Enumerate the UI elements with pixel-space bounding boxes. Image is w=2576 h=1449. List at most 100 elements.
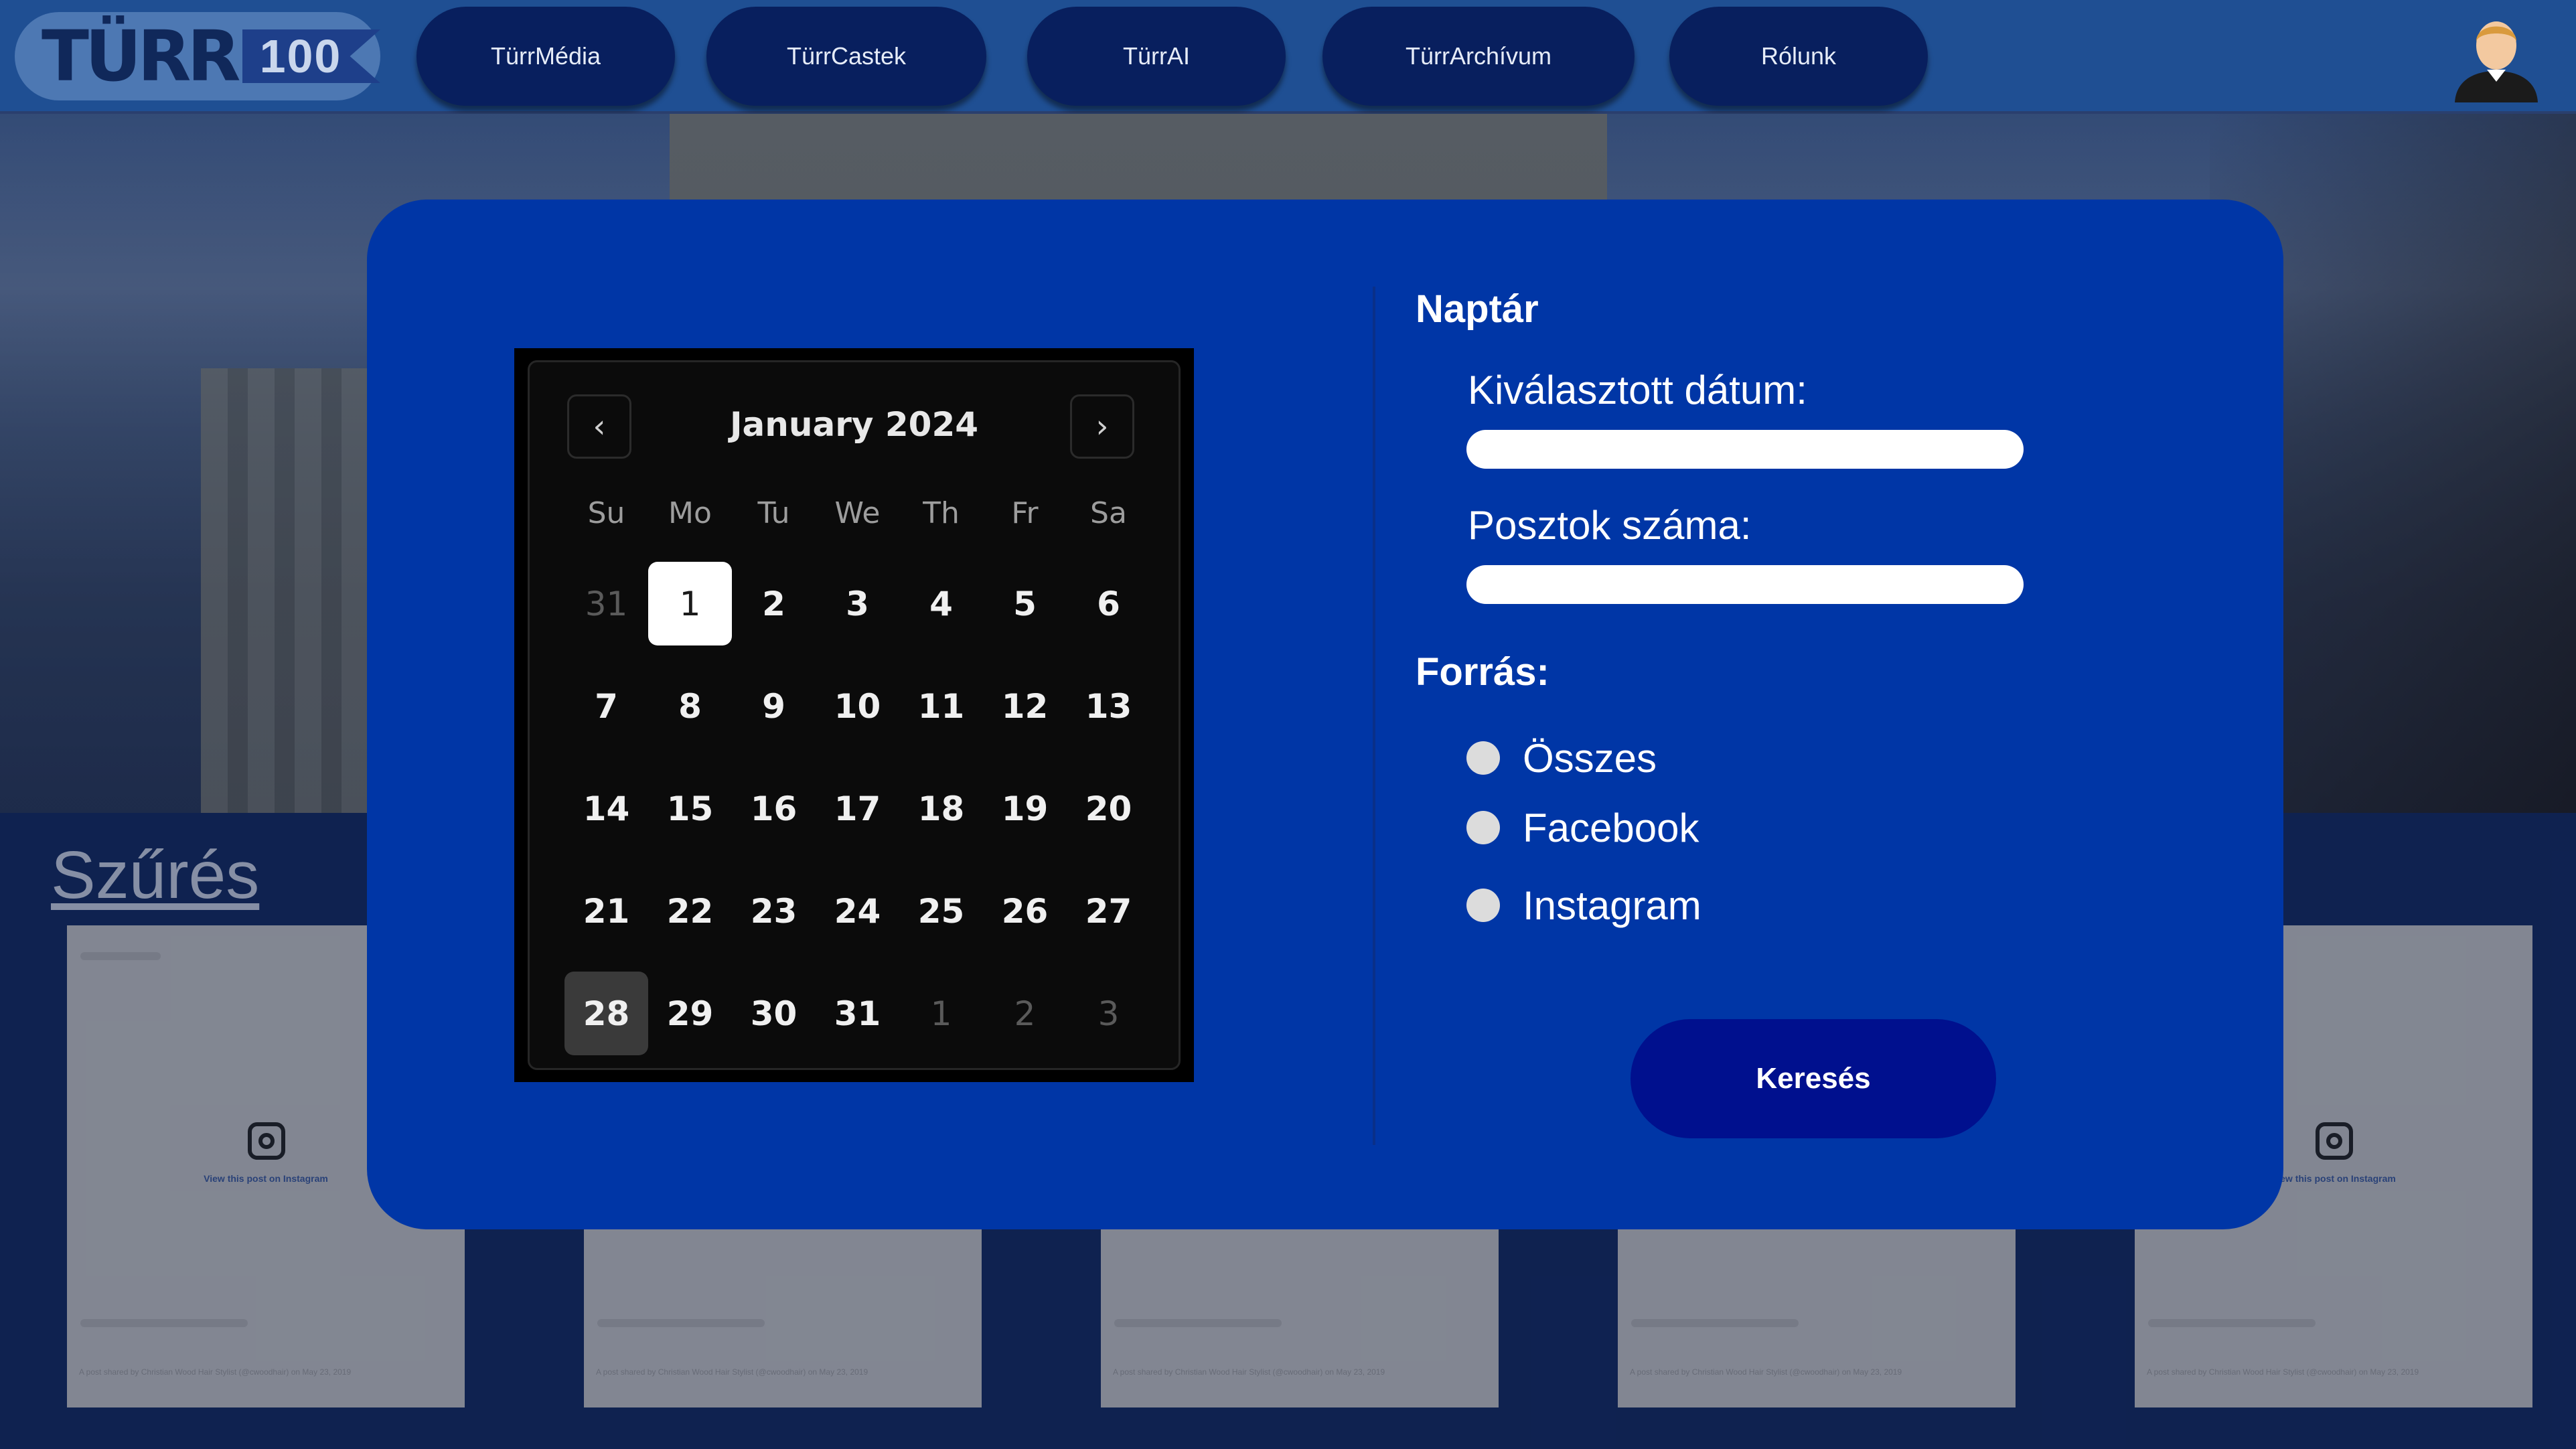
weekday-label: Mo [668, 496, 712, 530]
calendar-day-number: 22 [666, 891, 714, 931]
calendar-day-number: 8 [678, 686, 702, 726]
source-option-instagram[interactable]: Instagram [1466, 879, 1701, 932]
nav-turrai[interactable]: TürrAI [1027, 7, 1286, 106]
calendar-day[interactable]: 4 [899, 552, 983, 655]
calendar-day[interactable]: 29 [648, 962, 732, 1065]
calendar-frame: ‹ January 2024 › Su Mo Tu We Th Fr Sa 31… [514, 348, 1194, 1082]
calendar-day[interactable]: 22 [648, 860, 732, 962]
calendar-day-number: 16 [750, 789, 798, 828]
calendar-day[interactable]: 11 [899, 655, 983, 757]
radio-button[interactable] [1466, 889, 1500, 922]
calendar-day-number: 2 [1014, 994, 1036, 1033]
calendar-day-number: 21 [583, 891, 630, 931]
calendar-day-number: 23 [750, 891, 798, 931]
calendar-day[interactable]: 5 [983, 552, 1067, 655]
calendar-day-number: 7 [595, 686, 618, 726]
calendar-day-number: 19 [1001, 789, 1049, 828]
calendar-day-number: 13 [1085, 686, 1132, 726]
radio-button[interactable] [1466, 811, 1500, 844]
radio-label: Facebook [1523, 805, 1699, 850]
calendar-day[interactable]: 7 [564, 655, 648, 757]
calendar-day-number: 5 [1013, 584, 1037, 623]
logo-number-badge: 100 [242, 29, 380, 83]
calendar-day[interactable]: 8 [648, 655, 732, 757]
panel-title: Naptár [1416, 287, 1539, 331]
calendar-day[interactable]: 15 [648, 757, 732, 860]
calendar-day[interactable]: 13 [1067, 655, 1150, 757]
weekday-label: Fr [1011, 496, 1039, 530]
nav-turrmedia[interactable]: TürrMédia [416, 7, 675, 106]
calendar-day-number: 24 [834, 891, 881, 931]
calendar-day-number: 20 [1085, 789, 1132, 828]
calendar-day[interactable]: 26 [983, 860, 1067, 962]
calendar-day[interactable]: 3 [816, 552, 899, 655]
calendar-day-number: 10 [834, 686, 881, 726]
calendar-day-number: 27 [1085, 891, 1132, 931]
calendar-day[interactable]: 6 [1067, 552, 1150, 655]
calendar-day[interactable]: 16 [732, 757, 816, 860]
calendar-day-number: 3 [846, 584, 869, 623]
calendar-day-number: 31 [585, 584, 628, 623]
calendar-day-number: 15 [666, 789, 714, 828]
calendar-day-number: 30 [750, 994, 798, 1033]
calendar-day-number: 28 [564, 972, 648, 1055]
calendar-day[interactable]: 24 [816, 860, 899, 962]
weekday-label: Tu [757, 496, 790, 530]
nav-turrarchivum[interactable]: TürrArchívum [1322, 7, 1635, 106]
calendar-day[interactable]: 25 [899, 860, 983, 962]
calendar-day-number: 1 [648, 562, 732, 645]
calendar-day-today[interactable]: 28 [564, 962, 648, 1065]
calendar-day[interactable]: 3 [1067, 962, 1150, 1065]
calendar-day[interactable]: 23 [732, 860, 816, 962]
calendar-day[interactable]: 20 [1067, 757, 1150, 860]
calendar-day[interactable]: 27 [1067, 860, 1150, 962]
search-button[interactable]: Keresés [1631, 1019, 1996, 1138]
calendar-day[interactable]: 2 [732, 552, 816, 655]
post-count-label: Posztok száma: [1468, 503, 1752, 548]
nav-turrcastek[interactable]: TürrCastek [706, 7, 986, 106]
calendar-day[interactable]: 18 [899, 757, 983, 860]
selected-date-label: Kiválasztott dátum: [1468, 368, 1807, 412]
calendar-day-number: 14 [583, 789, 630, 828]
date-picker-calendar: ‹ January 2024 › Su Mo Tu We Th Fr Sa 31… [528, 360, 1181, 1070]
calendar-day-number: 26 [1001, 891, 1049, 931]
calendar-day-number: 11 [917, 686, 965, 726]
radio-label: Instagram [1523, 883, 1701, 928]
filter-modal: ‹ January 2024 › Su Mo Tu We Th Fr Sa 31… [367, 200, 2283, 1229]
calendar-day[interactable]: 31 [564, 552, 648, 655]
panel-divider [1373, 287, 1375, 1145]
calendar-day[interactable]: 10 [816, 655, 899, 757]
calendar-day[interactable]: 30 [732, 962, 816, 1065]
calendar-day-number: 31 [834, 994, 881, 1033]
user-avatar-icon[interactable] [2449, 12, 2543, 102]
nav-rolunk[interactable]: Rólunk [1669, 7, 1928, 106]
calendar-day-number: 4 [929, 584, 953, 623]
calendar-day[interactable]: 17 [816, 757, 899, 860]
calendar-day[interactable]: 1 [899, 962, 983, 1065]
calendar-day[interactable]: 19 [983, 757, 1067, 860]
calendar-weekday-row: Su Mo Tu We Th Fr Sa [564, 496, 1150, 536]
calendar-day-number: 29 [666, 994, 714, 1033]
post-count-field[interactable] [1466, 565, 2024, 604]
calendar-day-number: 18 [917, 789, 965, 828]
weekday-label: Sa [1090, 496, 1127, 530]
calendar-day[interactable]: 9 [732, 655, 816, 757]
calendar-day-number: 9 [762, 686, 785, 726]
calendar-day[interactable]: 12 [983, 655, 1067, 757]
calendar-day-selected[interactable]: 1 [648, 552, 732, 655]
calendar-day-number: 25 [917, 891, 965, 931]
chevron-right-icon[interactable]: › [1070, 394, 1134, 459]
calendar-day[interactable]: 14 [564, 757, 648, 860]
selected-date-field[interactable] [1466, 430, 2024, 469]
calendar-day[interactable]: 2 [983, 962, 1067, 1065]
logo-wordmark: TÜRR [42, 15, 241, 97]
source-option-facebook[interactable]: Facebook [1466, 801, 1699, 854]
calendar-day-number: 6 [1097, 584, 1120, 623]
radio-button[interactable] [1466, 741, 1500, 775]
top-navigation-bar: TÜRR 100 TürrMédia TürrCastek TürrAI Tür… [0, 0, 2576, 114]
turr100-logo[interactable]: TÜRR 100 [15, 12, 380, 100]
calendar-day[interactable]: 31 [816, 962, 899, 1065]
source-option-osszes[interactable]: Összes [1466, 731, 1657, 785]
calendar-day[interactable]: 21 [564, 860, 648, 962]
calendar-day-number: 12 [1001, 686, 1049, 726]
